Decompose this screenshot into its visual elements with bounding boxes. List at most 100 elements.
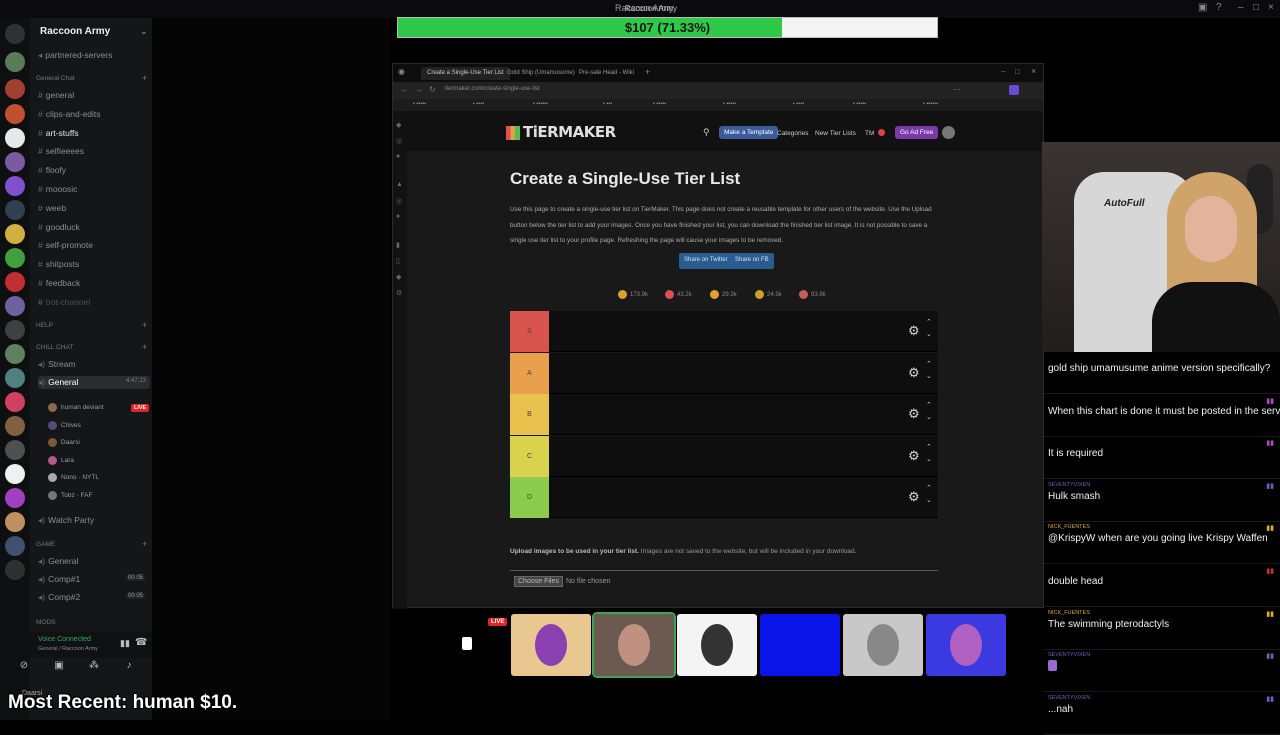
browser-tab[interactable]: Pre-sale Head - Wiki (573, 67, 640, 80)
tiermaker-logo[interactable]: TiERMAKER (506, 123, 616, 141)
discord-home-icon[interactable] (5, 24, 25, 44)
bookmark[interactable]: ▪ ▪▪▪▪▪ (853, 101, 866, 107)
nav-categories[interactable]: Categories (777, 130, 808, 137)
category-help[interactable]: HELP (36, 322, 53, 329)
server-icon[interactable] (5, 416, 25, 436)
tier-label[interactable]: A (510, 352, 549, 394)
server-icon[interactable] (5, 224, 25, 244)
channel-partnered-servers[interactable]: ◂ partnered-servers (38, 50, 112, 61)
chevron-down-icon[interactable]: ⌄ (140, 26, 148, 37)
tier-row[interactable]: A ⚙ ⌃ ⌄ (510, 352, 938, 394)
profile-icon[interactable] (1009, 85, 1019, 95)
channel-comp2[interactable]: ◂) Comp#2 (38, 592, 80, 603)
tier-label[interactable]: C (510, 435, 549, 477)
minimize-icon[interactable]: – (1238, 2, 1244, 13)
participant-tile[interactable] (926, 614, 1006, 676)
gear-icon[interactable]: ⚙ (908, 489, 920, 505)
sidebar-icon[interactable]: ◎ (396, 197, 402, 205)
share-twitter-button[interactable]: Share on Twitter (679, 253, 733, 269)
add-channel-icon[interactable]: + (142, 539, 147, 549)
server-icon[interactable] (5, 512, 25, 532)
inbox-icon[interactable]: ▣ (1198, 2, 1207, 13)
participant-tile[interactable] (592, 612, 676, 678)
gear-icon[interactable]: ⚙ (908, 365, 920, 381)
server-icon[interactable] (5, 368, 25, 388)
sidebar-icon[interactable]: ● (396, 153, 400, 160)
bookmark[interactable]: ▪ ▪▪▪▪▪ (723, 101, 736, 107)
chat-username[interactable] (1048, 439, 1276, 447)
reaction-button[interactable]: 173.9k (618, 290, 648, 299)
activities-icon[interactable]: ⁂ (86, 660, 102, 676)
server-icon[interactable] (5, 200, 25, 220)
server-icon[interactable] (5, 536, 25, 556)
maximize-icon[interactable]: □ (1253, 2, 1259, 13)
channel-art-stuffs[interactable]: # art-stuffs (38, 128, 79, 138)
channel-watch-party[interactable]: ◂) Watch Party (38, 515, 94, 526)
chat-username[interactable]: SEVENTYVIXEN (1048, 652, 1276, 660)
chat-username[interactable] (1048, 567, 1276, 575)
browser-tab[interactable]: Create a Single-Use Tier List (421, 67, 510, 80)
voice-user[interactable]: Nono · NYTL (48, 473, 99, 482)
go-ad-free-button[interactable]: Go Ad Free (895, 126, 939, 139)
server-icon[interactable] (5, 104, 25, 124)
channel-weeb[interactable]: # weeb (38, 203, 66, 213)
bookmark[interactable]: ▪ ▪▪▪▪▪▪ (923, 101, 938, 107)
tier-row[interactable]: S ⚙ ⌃ ⌄ (510, 311, 938, 352)
bookmark[interactable]: ▪ ▪▪▪▪▪ (413, 101, 426, 107)
chat-username[interactable]: NICK_FUENTES (1048, 610, 1276, 618)
maximize-icon[interactable]: □ (1015, 67, 1020, 76)
channel-stream[interactable]: ◂) Stream (38, 359, 76, 370)
tier-row[interactable]: D ⚙ ⌃ ⌄ (510, 477, 938, 519)
server-icon[interactable] (5, 344, 25, 364)
avatar[interactable] (942, 126, 955, 139)
choose-file-button[interactable]: Choose Files (514, 576, 563, 587)
voice-connected-label[interactable]: Voice Connected (38, 636, 91, 643)
screen-share-icon[interactable]: ▣ (51, 660, 67, 676)
server-icon[interactable] (5, 176, 25, 196)
close-icon[interactable]: × (1268, 2, 1274, 13)
share-fb-button[interactable]: Share on FB (730, 253, 774, 269)
back-icon[interactable]: ← (401, 85, 409, 94)
chat-username[interactable] (1048, 354, 1276, 362)
tier-row[interactable]: C ⚙ ⌃ ⌄ (510, 435, 938, 477)
category-mods[interactable]: MODS (36, 619, 56, 626)
server-icon[interactable] (5, 152, 25, 172)
chat-username[interactable] (1048, 397, 1276, 405)
sidebar-icon[interactable]: ▮ (396, 241, 400, 249)
chat-username[interactable]: SEVENTYVIXEN (1048, 482, 1276, 490)
video-off-icon[interactable]: ⊘ (16, 660, 32, 676)
reload-icon[interactable]: ↻ (429, 85, 436, 94)
forward-icon[interactable]: → (415, 85, 423, 94)
channel-game-general[interactable]: ◂) General (38, 556, 78, 567)
search-icon[interactable]: ⚲ (703, 127, 710, 138)
voice-user[interactable]: Lara (48, 455, 74, 465)
server-icon[interactable] (5, 440, 25, 460)
add-channel-icon[interactable]: + (142, 320, 147, 330)
voice-user[interactable]: human deviant (48, 403, 104, 412)
reaction-button[interactable]: 43.2k (665, 290, 692, 299)
move-tier-arrows-icon[interactable]: ⌃ ⌄ (926, 400, 932, 424)
channel-goodluck[interactable]: # goodluck (38, 222, 80, 232)
server-icon[interactable] (5, 79, 25, 99)
gear-icon[interactable]: ⚙ (908, 406, 920, 422)
tier-label[interactable]: B (510, 394, 549, 436)
move-tier-arrows-icon[interactable]: ⌃ ⌄ (926, 359, 932, 383)
participant-tile[interactable] (677, 614, 757, 676)
move-tier-arrows-icon[interactable]: ⌃ ⌄ (926, 483, 932, 507)
nav-new-tier-lists[interactable]: New Tier Lists (815, 130, 856, 137)
chat-username[interactable]: NICK_FUENTES (1048, 524, 1276, 532)
server-name[interactable]: Raccoon Army (40, 26, 110, 37)
category-general-chat[interactable]: General Chat (36, 75, 75, 82)
channel-feedback[interactable]: # feedback (38, 278, 80, 288)
channel-bot-channel[interactable]: # bot-channel (38, 297, 90, 307)
server-icon[interactable] (5, 488, 25, 508)
bookmark[interactable]: ▪ ▪▪▪▪▪ (653, 101, 666, 107)
settings-icon[interactable]: ⚙ (396, 289, 402, 297)
move-tier-arrows-icon[interactable]: ⌃ ⌄ (926, 317, 932, 341)
move-tier-arrows-icon[interactable]: ⌃ ⌄ (926, 442, 932, 466)
bookmark[interactable]: ▪ ▪▪▪▪ (473, 101, 484, 107)
channel-self-promote[interactable]: # self-promote (38, 240, 93, 250)
channel-comp1[interactable]: ◂) Comp#1 (38, 574, 80, 585)
make-template-button[interactable]: Make a Template (719, 126, 779, 139)
participant-tile[interactable] (511, 614, 591, 676)
